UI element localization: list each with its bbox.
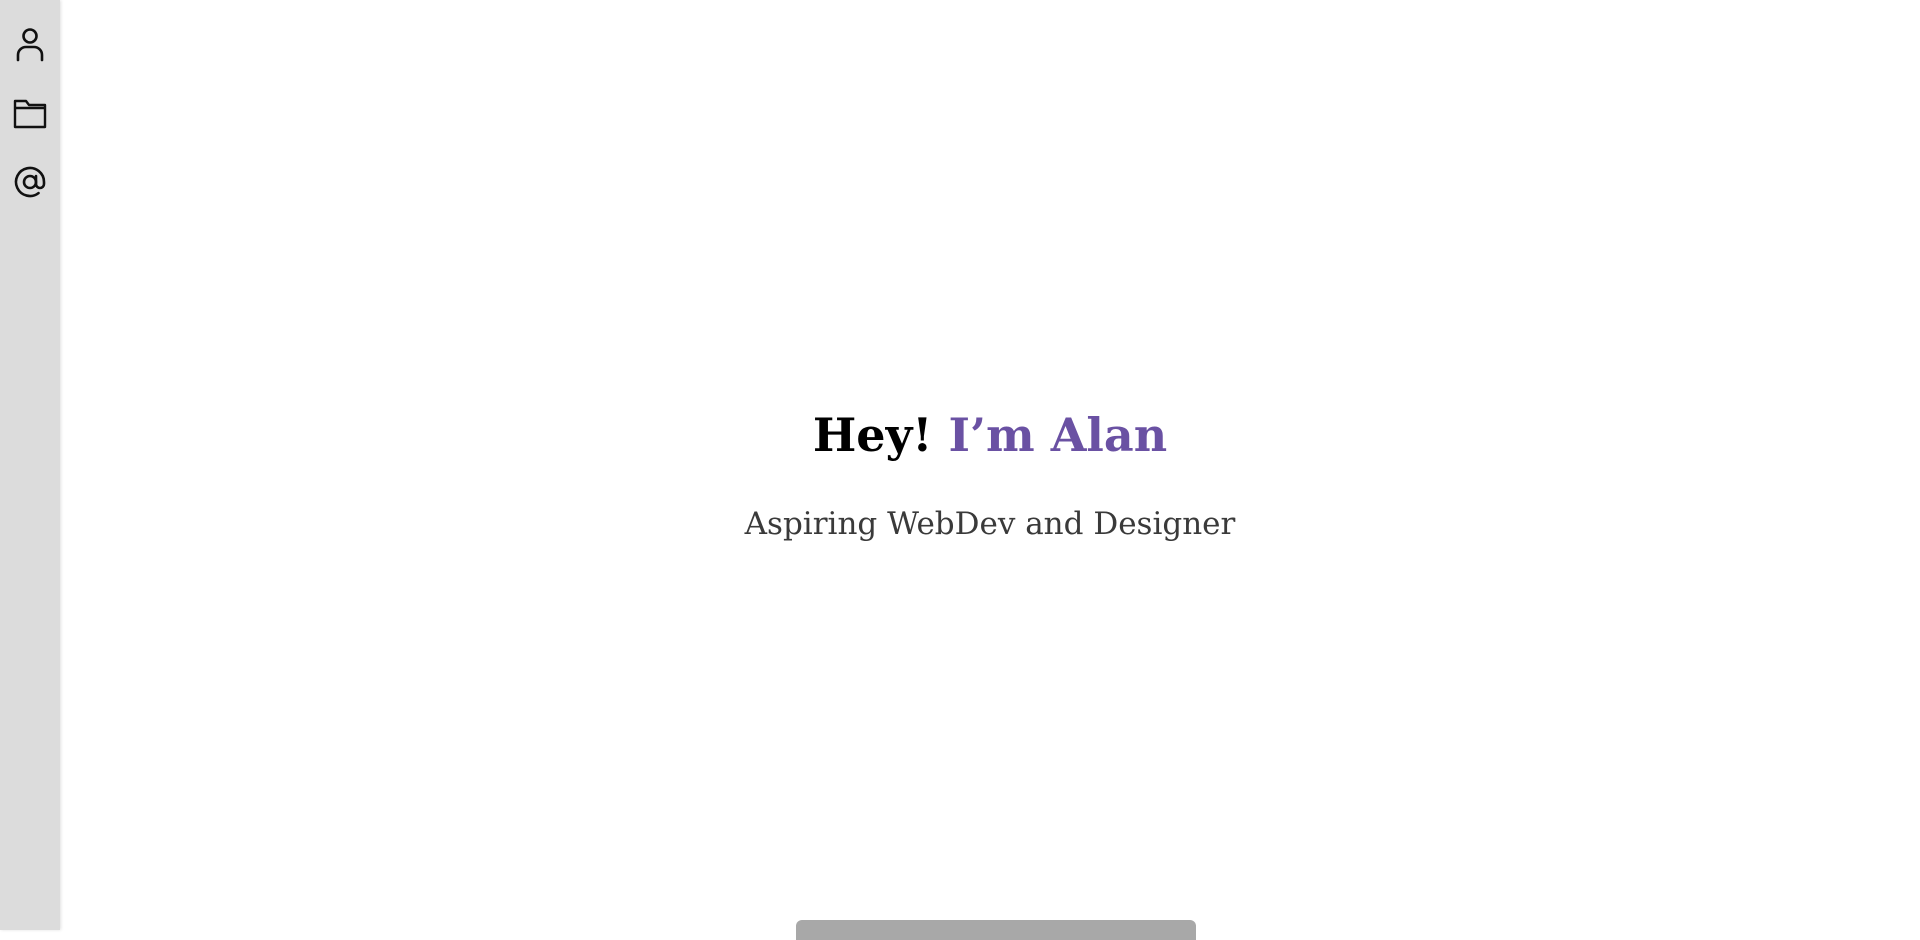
- hero-name: I’m Alan: [948, 408, 1168, 462]
- hero-subtitle: Aspiring WebDev and Designer: [744, 506, 1236, 542]
- sidebar-item-contact[interactable]: [10, 162, 50, 202]
- person-icon: [14, 26, 46, 62]
- hero-title: Hey! I’m Alan: [60, 402, 1920, 468]
- hero-greeting: Hey!: [812, 408, 949, 462]
- bottom-tab[interactable]: [796, 920, 1196, 940]
- sidebar-item-about[interactable]: [10, 24, 50, 64]
- at-sign-icon: [13, 165, 47, 199]
- sidebar: [0, 0, 60, 930]
- hero-section: Hey! I’m Alan Aspiring WebDev and Design…: [60, 0, 1920, 930]
- sidebar-item-projects[interactable]: [10, 93, 50, 133]
- folder-icon: [13, 97, 47, 129]
